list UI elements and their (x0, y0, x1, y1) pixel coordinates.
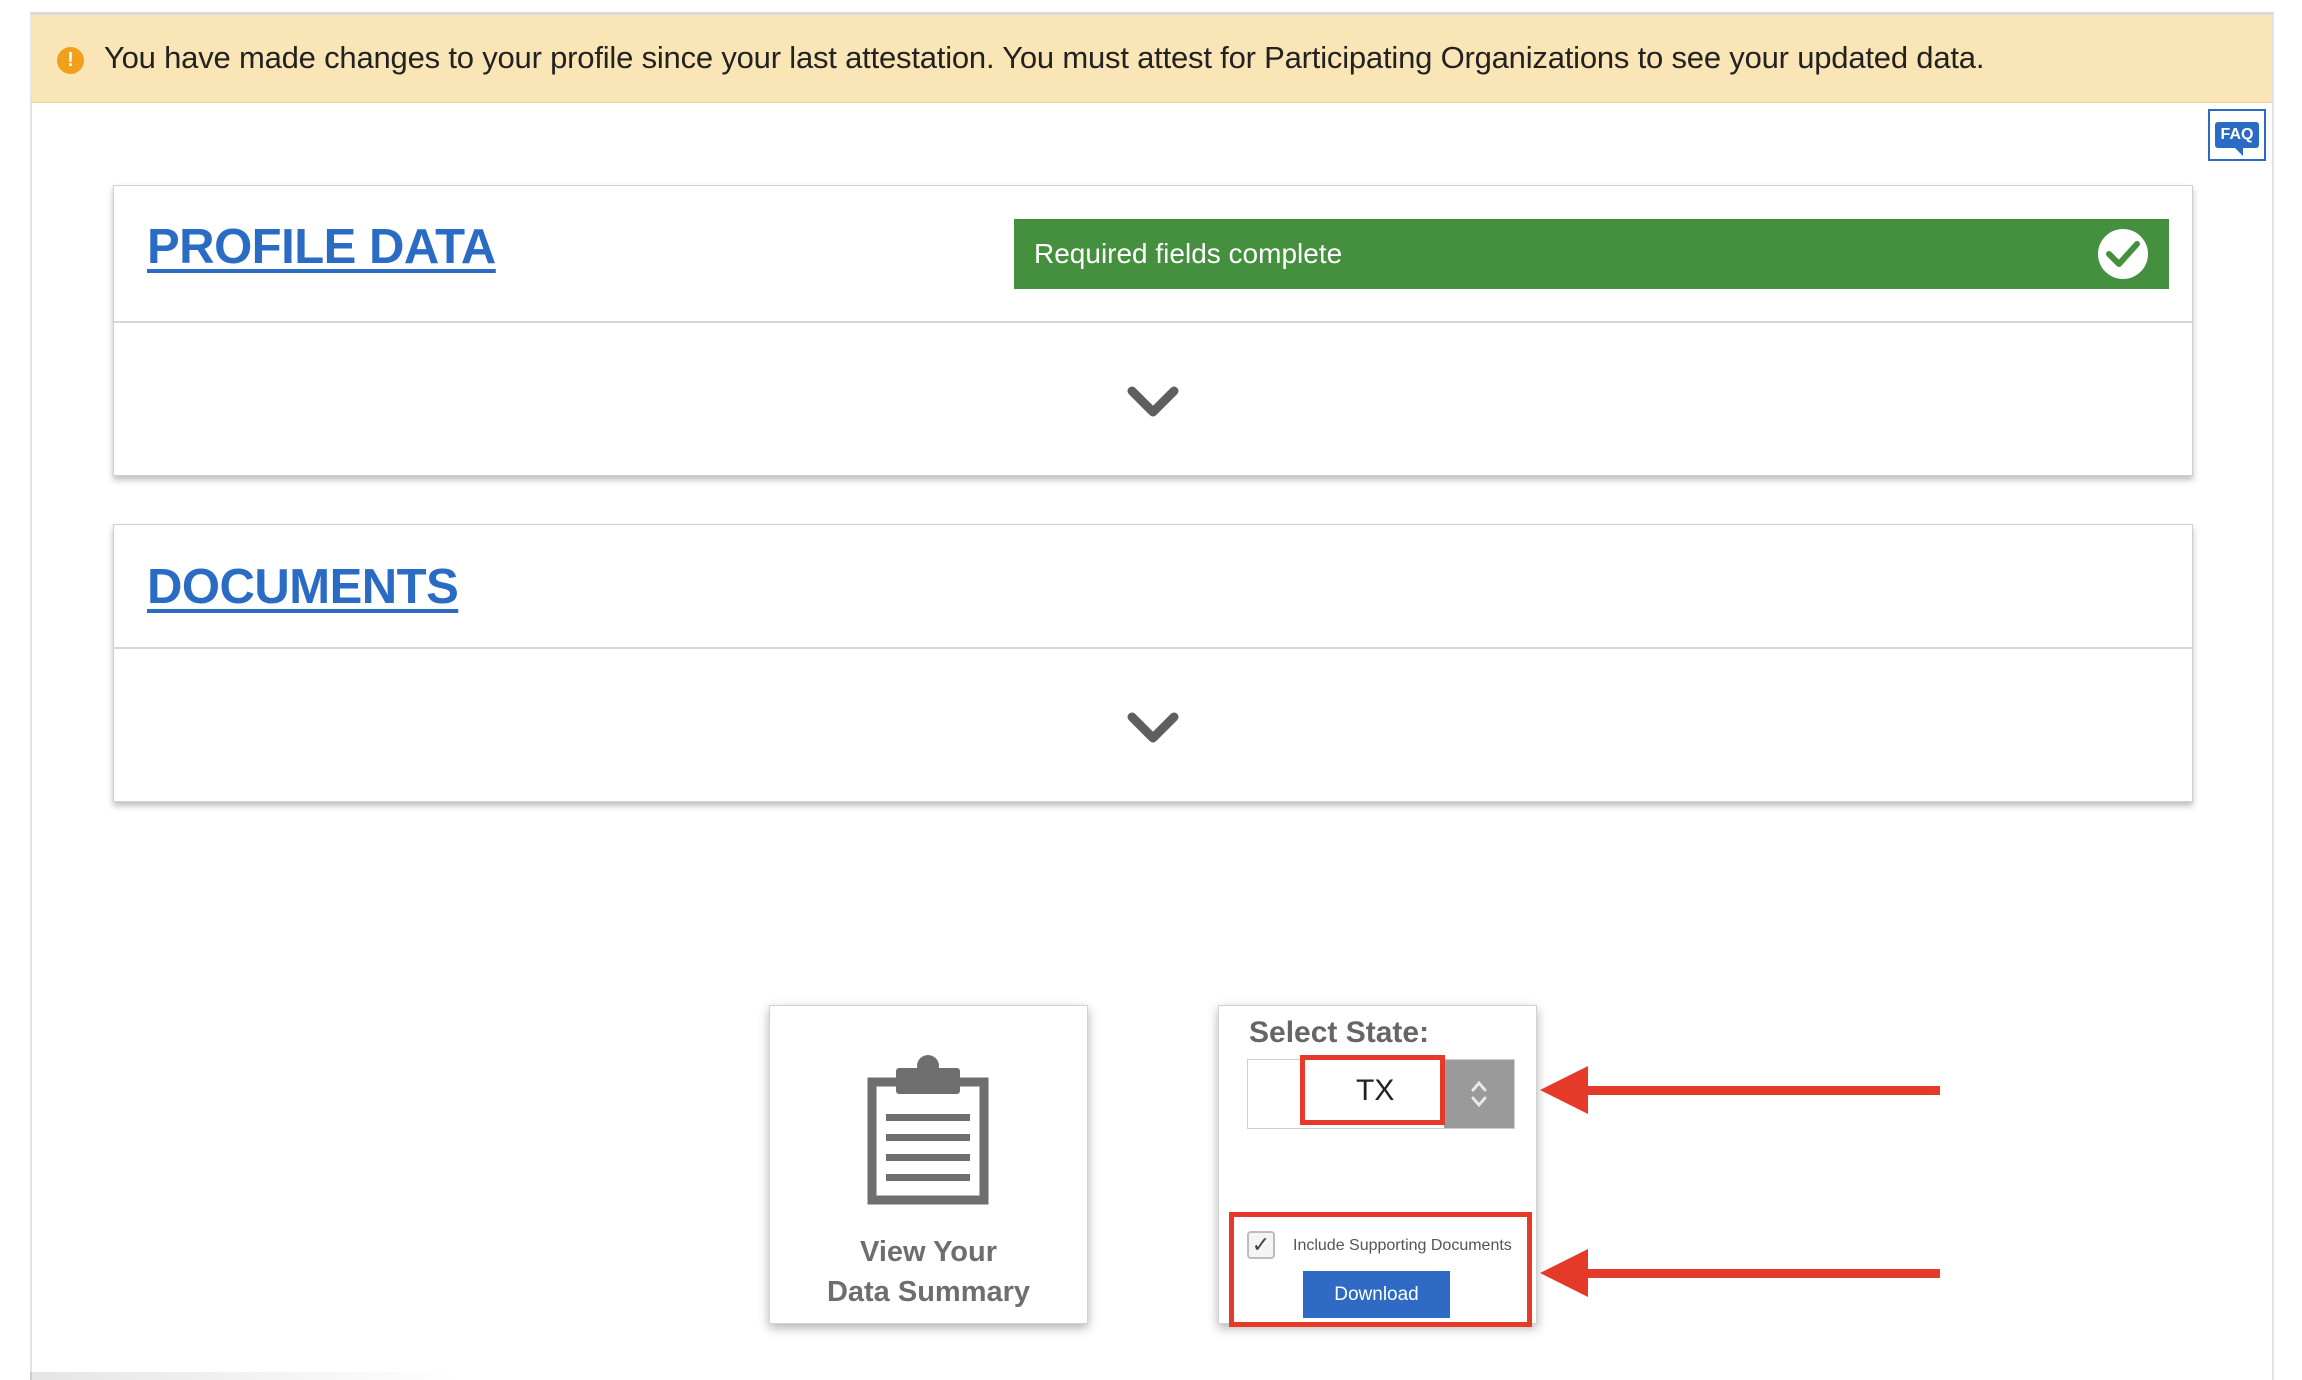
state-value-highlight (1300, 1055, 1445, 1125)
check-circle-icon (2098, 229, 2148, 279)
chevron-down-icon[interactable] (1127, 386, 1179, 418)
alert-message: You have made changes to your profile si… (104, 40, 1985, 75)
select-arrows-icon[interactable] (1444, 1060, 1514, 1128)
exclamation-icon: ! (57, 47, 84, 74)
faq-button[interactable]: FAQ (2208, 109, 2266, 161)
documents-header: DOCUMENTS (114, 525, 2192, 649)
data-summary-line2: Data Summary (826, 1276, 1031, 1308)
arrow-left-icon (1540, 1066, 1940, 1114)
data-summary-line1: View Your (860, 1236, 997, 1268)
status-text: Required fields complete (1034, 238, 1343, 269)
clipboard-icon (867, 1055, 989, 1205)
download-section-highlight (1229, 1212, 1532, 1327)
page-frame-right (2272, 14, 2274, 1380)
faq-label: FAQ (2214, 122, 2260, 156)
documents-card: DOCUMENTS (113, 524, 2193, 802)
bottom-shadow (30, 1372, 460, 1380)
arrow-left-icon (1540, 1249, 1940, 1297)
status-badge: Required fields complete (1014, 219, 2169, 289)
page-frame-left (30, 14, 32, 1380)
select-state-label: Select State: (1249, 1016, 1430, 1049)
profile-data-card: PROFILE DATA Required fields complete (113, 185, 2193, 476)
chevron-down-icon[interactable] (1127, 712, 1179, 744)
profile-data-header: PROFILE DATA Required fields complete (114, 186, 2192, 323)
data-summary-tile[interactable]: View Your Data Summary (769, 1005, 1088, 1324)
profile-data-title[interactable]: PROFILE DATA (147, 219, 496, 275)
documents-title[interactable]: DOCUMENTS (147, 559, 459, 615)
